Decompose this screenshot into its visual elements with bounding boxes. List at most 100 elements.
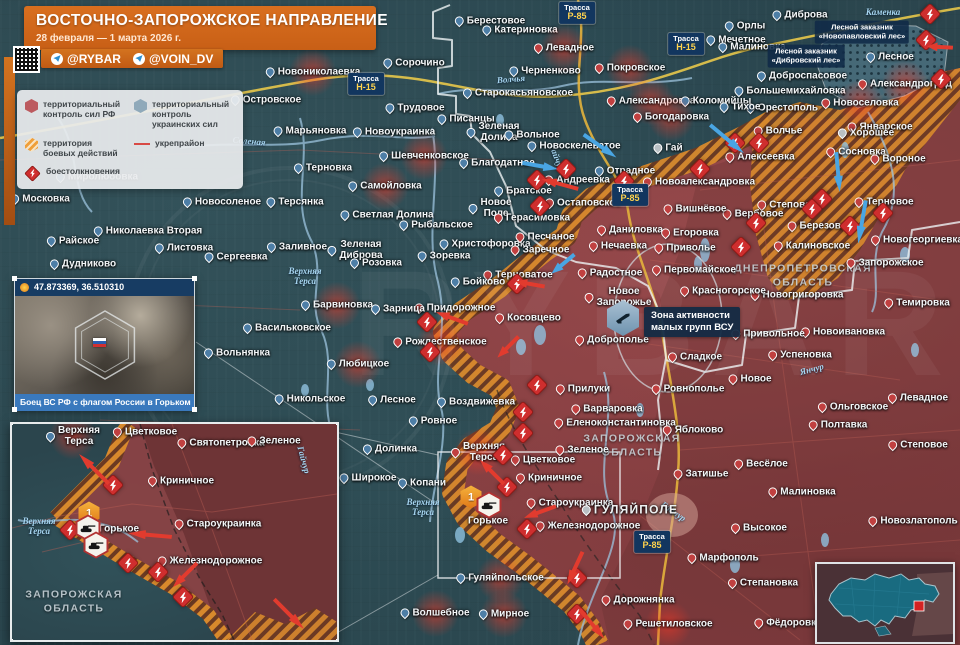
lightning-icon: [736, 242, 747, 253]
town-label: Покровское: [607, 62, 666, 73]
geo-pin-dot-icon: [20, 283, 29, 292]
clash-icon: [117, 552, 140, 575]
town-marker: Железнодорожное: [158, 555, 263, 566]
town-label: Полтавка: [821, 419, 868, 430]
town-pin: [351, 126, 364, 139]
lightning-icon: [878, 208, 889, 219]
town-marker: ГУЛЯЙПОЛЕ: [582, 503, 678, 516]
forest-reserve-label: Лесной заказник «Дибровский лес»: [768, 45, 845, 68]
town-label: Мирное: [491, 608, 529, 619]
town-marker: Розовка: [350, 257, 402, 268]
telegram-icon: [51, 53, 63, 65]
town-label: Весёлое: [746, 458, 788, 469]
town-pin: [732, 458, 745, 471]
rf-advance-arrow: [271, 596, 307, 632]
town-marker: Рыбальское: [399, 219, 473, 230]
legend-ua-label: территориальный контроль украинских сил: [152, 99, 235, 130]
town-pin: [718, 101, 731, 114]
river-label: Гайчур: [295, 445, 312, 474]
town-pin: [176, 437, 189, 450]
inset-labels-layer: Верхняя ТерсаЦветковоеСвятопетровкаЗелен…: [12, 424, 337, 640]
town-pin: [396, 477, 409, 490]
lightning-icon: [532, 175, 543, 186]
town-marker: Вольное: [504, 129, 559, 140]
town-marker: Фёдоровка: [754, 617, 821, 628]
town-label: Любицкое: [339, 358, 389, 369]
town-pin: [554, 383, 567, 396]
town-marker: Диброва: [772, 9, 827, 20]
town-label: Еленоконстантиновка: [566, 417, 676, 428]
town-pin: [509, 244, 522, 257]
legend-rf-label: территориальный контроль сил РФ: [43, 99, 126, 119]
town-pin: [435, 113, 448, 126]
clash-icon: [919, 3, 942, 26]
lightning-icon: [108, 480, 119, 491]
town-label: Староукраинка: [187, 518, 262, 529]
town-pin: [600, 594, 613, 607]
town-marker: Прилуки: [556, 383, 610, 394]
town-label: Косовцево: [507, 312, 561, 323]
town-marker: Тихое: [720, 101, 761, 112]
lightning-icon: [921, 35, 932, 46]
town-label: Варваровка: [583, 403, 642, 414]
town-marker: Криничное: [516, 472, 582, 483]
town-label: Доброполье: [587, 334, 649, 345]
town-marker: Старокасьяновское: [463, 87, 573, 98]
town-pin: [399, 607, 412, 620]
town-label: Зеленое: [259, 435, 300, 446]
town-marker: Московка: [10, 193, 70, 204]
town-pin: [366, 394, 379, 407]
photo-inset: 47.873369, 36.510310 Боец ВС РФ с флагом…: [14, 278, 195, 410]
town-pin: [241, 322, 254, 335]
town-label: Железнодорожное: [548, 520, 641, 531]
road-badge-number: Р-85: [639, 541, 665, 551]
road-badge-number: Р-85: [617, 194, 643, 204]
town-label: Райское: [59, 235, 99, 246]
highlight-region-marker: [914, 601, 924, 611]
rf-hex-icon: [25, 99, 38, 113]
road-badge: ТрассаР-85: [559, 2, 595, 24]
town-label: Никольское: [287, 393, 346, 404]
town-pin: [869, 234, 882, 247]
town-pin: [453, 15, 466, 28]
town-label: Самойловка: [360, 180, 421, 191]
town-marker: Решетиловское: [623, 618, 712, 629]
town-marker: Криничное: [148, 475, 214, 486]
town-pin: [532, 42, 545, 55]
town-pin: [819, 97, 832, 110]
town-marker: Барвиновка: [301, 299, 373, 310]
town-label: Новоивановка: [813, 326, 885, 337]
town-label: Марьяновка: [286, 125, 347, 136]
clash-icon: [102, 474, 125, 497]
town-marker: Ольговское: [818, 401, 888, 412]
town-pin: [467, 202, 480, 215]
town-marker: Хорошее: [838, 127, 894, 138]
town-pin: [593, 62, 606, 75]
channel-rybar-label: @RYBAR: [67, 53, 121, 65]
town-marker: Зарница: [371, 303, 425, 314]
legend-fortified: укрепрайон: [134, 138, 235, 158]
town-pin: [454, 572, 467, 585]
town-marker: Долинка: [363, 443, 417, 454]
town-label: Успеновка: [780, 349, 832, 360]
town-marker: Лесное: [368, 394, 416, 405]
town-label: Песчаное: [528, 231, 575, 242]
town-label: Терсянка: [278, 196, 323, 207]
channel-bar: @RYBAR @VOIN_DV: [41, 49, 223, 68]
town-pin: [552, 417, 565, 430]
town-marker: Даниловка: [597, 224, 663, 235]
town-pin: [766, 486, 779, 499]
legend-ua-control: территориальный контроль украинских сил: [134, 99, 235, 130]
lightning-icon: [936, 74, 947, 85]
town-pin: [477, 608, 490, 621]
town-pin: [580, 504, 593, 517]
title-banner: ВОСТОЧНО-ЗАПОРОЖСКОЕ НАПРАВЛЕНИЕ 28 февр…: [24, 6, 376, 50]
town-label: Зарница: [383, 303, 425, 314]
town-label: Старокасьяновское: [475, 87, 573, 98]
town-pin: [631, 111, 644, 124]
town-marker: Егоровка: [661, 227, 719, 238]
town-marker: Малиновка: [768, 486, 835, 497]
town-pin: [292, 162, 305, 175]
russian-flag: [93, 338, 106, 347]
town-marker: Темировка: [884, 297, 950, 308]
